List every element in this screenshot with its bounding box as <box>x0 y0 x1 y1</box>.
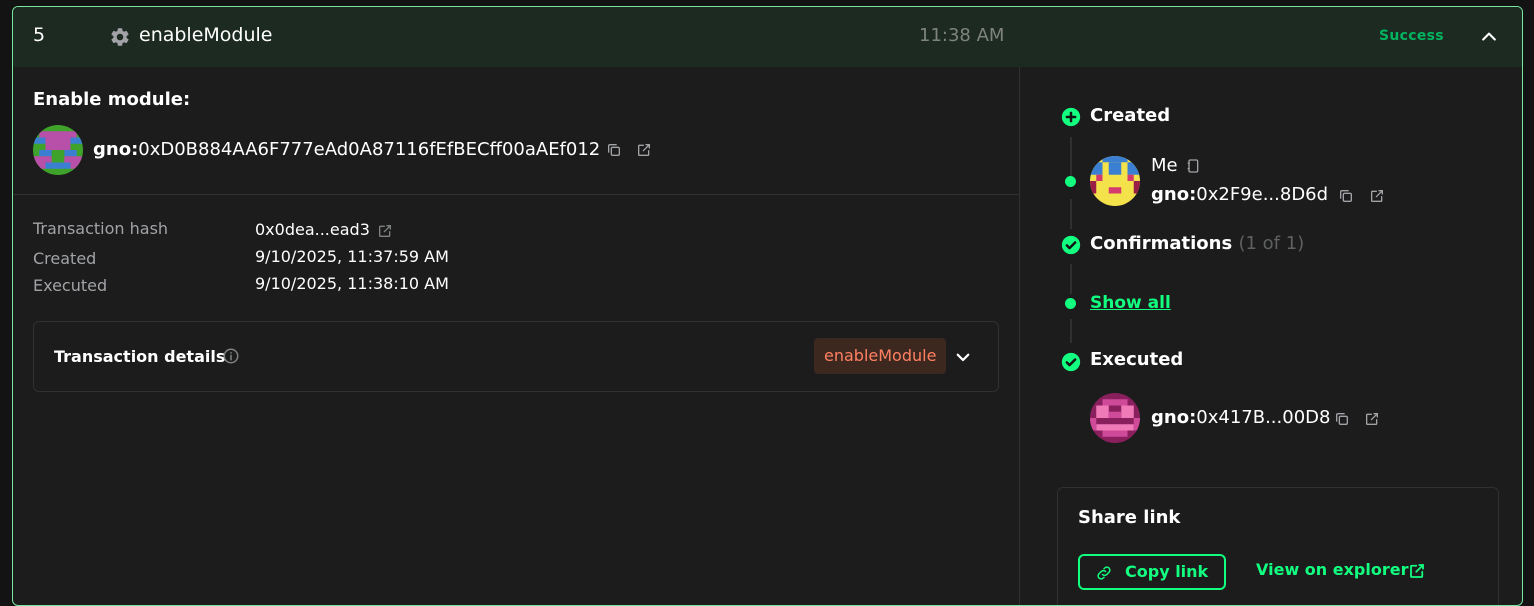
tx-time: 11:38 AM <box>919 25 1005 46</box>
transaction-header[interactable]: 5 enableModule 11:38 AM Success <box>13 7 1522 67</box>
check-circle-icon <box>1061 235 1081 255</box>
info-label-hash: Transaction hash <box>33 219 169 238</box>
section-title: Enable module: <box>33 89 191 110</box>
method-chip: enableModule <box>814 338 947 374</box>
executor-address: gno:0x417B...00D8 <box>1151 407 1330 428</box>
module-avatar <box>33 125 83 175</box>
address-prefix: gno: <box>1151 407 1197 428</box>
timeline-line <box>1070 319 1072 343</box>
external-link-icon[interactable] <box>377 223 393 239</box>
share-link-box: Share link Copy link View on explorer <box>1057 487 1499 605</box>
tx-nonce: 5 <box>33 24 46 46</box>
copy-icon[interactable] <box>606 142 622 158</box>
timeline-line <box>1070 199 1072 229</box>
info-label-executed: Executed <box>33 276 108 295</box>
timeline-executed-title: Executed <box>1090 349 1184 370</box>
timeline-created-title: Created <box>1090 105 1171 126</box>
copy-link-button[interactable]: Copy link <box>1078 554 1226 590</box>
status-badge: Success <box>1379 28 1444 44</box>
copy-icon[interactable] <box>1338 188 1354 204</box>
timeline-dot <box>1065 176 1076 187</box>
view-on-explorer-link[interactable]: View on explorer <box>1256 560 1408 579</box>
executor-avatar <box>1090 393 1140 443</box>
address-prefix: gno: <box>1151 184 1197 205</box>
timeline-confirmations-title: Confirmations (1 of 1) <box>1090 233 1304 254</box>
tx-hash-value: 0x0dea...ead3 <box>255 220 370 239</box>
address-value: 0x2F9e...8D6d <box>1196 184 1329 205</box>
confirmations-count: (1 of 1) <box>1238 233 1305 254</box>
info-icon[interactable] <box>222 347 240 365</box>
tx-timeline-panel: Created Me gno:0x2F9e...8D6d Confirmatio… <box>1019 67 1522 605</box>
address-book-icon[interactable] <box>1185 158 1201 174</box>
gear-icon <box>111 28 129 46</box>
transaction-details-label: Transaction details <box>54 347 226 366</box>
tx-summary-panel: Enable module: gno:0xD0B884AA6F777eAd0A8… <box>13 67 1019 605</box>
executed-value: 9/10/2025, 11:38:10 AM <box>255 274 449 293</box>
creator-name: Me <box>1151 155 1178 176</box>
creator-avatar <box>1090 156 1140 206</box>
chevron-down-icon[interactable] <box>954 348 972 366</box>
external-link-icon[interactable] <box>1364 411 1380 427</box>
copy-icon[interactable] <box>1334 411 1350 427</box>
transaction-details-accordion[interactable]: Transaction details enableModule <box>33 321 999 392</box>
timeline-line <box>1070 264 1072 294</box>
plus-circle-icon <box>1061 107 1081 127</box>
info-label-created: Created <box>33 249 97 268</box>
copy-link-label: Copy link <box>1125 562 1209 581</box>
transaction-card: 5 enableModule 11:38 AM Success Enable m… <box>12 6 1523 606</box>
address-value: 0x417B...00D8 <box>1196 407 1331 428</box>
tx-type: enableModule <box>139 24 273 46</box>
divider <box>13 194 1019 195</box>
share-title: Share link <box>1078 507 1181 528</box>
address-value: 0xD0B884AA6F777eAd0A87116fEfBECff00aAEf0… <box>138 139 601 160</box>
timeline-dot <box>1065 298 1076 309</box>
created-value: 9/10/2025, 11:37:59 AM <box>255 247 449 266</box>
external-link-icon[interactable] <box>636 142 652 158</box>
link-icon <box>1097 566 1111 580</box>
module-address: gno:0xD0B884AA6F777eAd0A87116fEfBECff00a… <box>93 139 600 160</box>
address-prefix: gno: <box>93 139 139 160</box>
show-all-link[interactable]: Show all <box>1090 293 1171 313</box>
external-link-icon[interactable] <box>1408 562 1426 580</box>
chevron-up-icon[interactable] <box>1479 27 1499 47</box>
check-circle-icon <box>1061 352 1081 372</box>
creator-address: gno:0x2F9e...8D6d <box>1151 184 1328 205</box>
external-link-icon[interactable] <box>1369 188 1385 204</box>
confirmations-label: Confirmations <box>1090 233 1233 254</box>
